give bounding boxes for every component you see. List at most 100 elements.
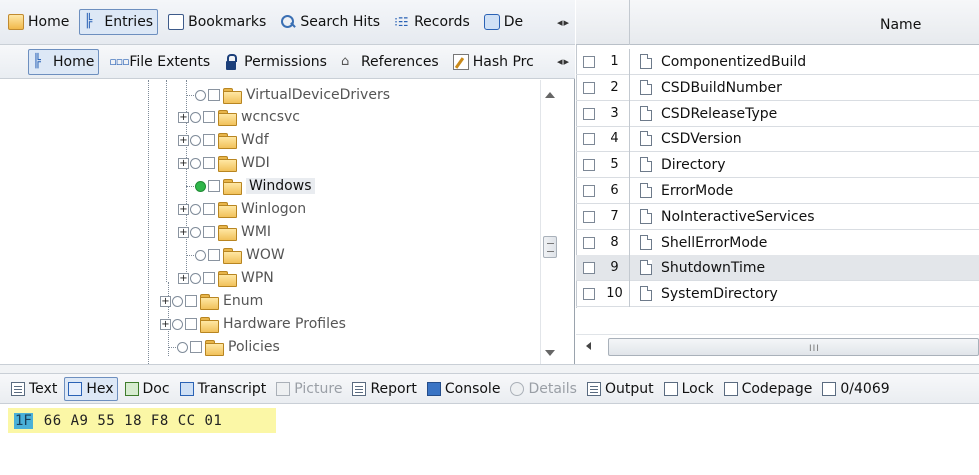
tab-text[interactable]: Text bbox=[8, 377, 60, 401]
tab-doc[interactable]: Doc bbox=[122, 377, 173, 401]
table-row[interactable]: 1 ComponentizedBuild bbox=[576, 49, 979, 75]
node-dot-icon[interactable] bbox=[190, 203, 201, 215]
codepage-checkbox[interactable] bbox=[723, 381, 738, 396]
subtab-scroll-arrows[interactable]: ◂ ▸ bbox=[557, 55, 569, 68]
node-dot-icon[interactable] bbox=[177, 341, 188, 353]
node-checkbox[interactable] bbox=[203, 157, 215, 169]
node-checkbox[interactable] bbox=[203, 134, 215, 146]
tree-node[interactable]: + WDI bbox=[178, 152, 270, 174]
row-checkbox[interactable] bbox=[583, 262, 595, 275]
tree-node[interactable]: + wcncsvc bbox=[178, 106, 300, 128]
node-checkbox[interactable] bbox=[203, 226, 215, 238]
grid-corner[interactable] bbox=[576, 0, 630, 45]
row-checkbox[interactable] bbox=[583, 81, 595, 94]
table-row[interactable]: 5 Directory bbox=[576, 152, 979, 179]
subtab-home[interactable]: ╠ Home bbox=[28, 48, 100, 75]
table-row[interactable]: 6 ErrorMode bbox=[576, 178, 979, 204]
tab-scroll-left-icon[interactable]: ◂ bbox=[557, 16, 563, 29]
offset-indicator[interactable]: 0/4069 bbox=[819, 377, 892, 401]
node-dot-icon[interactable] bbox=[190, 157, 201, 169]
row-checkbox[interactable] bbox=[583, 288, 595, 301]
tab-home[interactable]: Home bbox=[4, 9, 73, 35]
row-checkbox[interactable] bbox=[583, 107, 595, 120]
row-checkbox[interactable] bbox=[583, 185, 595, 197]
subtab-permissions[interactable]: Permissions bbox=[220, 49, 331, 75]
subtab-file-extents[interactable]: ▫▫▫ File Extents bbox=[105, 49, 214, 75]
tab-search-hits[interactable]: Search Hits bbox=[276, 9, 384, 35]
tree-node[interactable]: Windows bbox=[186, 175, 315, 197]
node-checkbox[interactable] bbox=[203, 203, 215, 215]
node-checkbox[interactable] bbox=[185, 295, 197, 307]
grid-scroll-thumb[interactable]: III bbox=[608, 338, 979, 356]
subtab-references[interactable]: ⌂ References bbox=[337, 49, 443, 75]
expand-icon[interactable]: + bbox=[178, 111, 189, 123]
tree-node[interactable]: WOW bbox=[186, 244, 285, 266]
tab-device[interactable]: De bbox=[480, 9, 527, 35]
hex-cursor-byte[interactable]: 1F bbox=[14, 412, 33, 429]
tab-details[interactable]: Details bbox=[507, 377, 580, 401]
table-row[interactable]: 4 CSDVersion bbox=[576, 126, 979, 153]
node-dot-icon[interactable] bbox=[190, 111, 201, 123]
tab-bookmarks[interactable]: Bookmarks bbox=[164, 9, 270, 35]
scroll-up-icon[interactable] bbox=[545, 92, 555, 98]
table-row[interactable]: 3 CSDReleaseType bbox=[576, 100, 979, 127]
row-checkbox[interactable] bbox=[583, 210, 595, 223]
lock-checkbox[interactable] bbox=[663, 381, 678, 396]
expand-icon[interactable]: + bbox=[160, 318, 171, 330]
tab-output[interactable]: Output bbox=[584, 377, 657, 401]
tree-vertical-scrollbar[interactable] bbox=[540, 80, 558, 364]
tab-scroll-right-icon[interactable]: ▸ bbox=[563, 16, 569, 29]
expand-icon[interactable]: + bbox=[178, 157, 189, 169]
node-dot-icon[interactable] bbox=[190, 272, 201, 284]
tree-node[interactable]: + Hardware Profiles bbox=[160, 313, 346, 335]
tab-records[interactable]: ⁝☷ Records bbox=[390, 9, 474, 35]
node-checkbox[interactable] bbox=[203, 272, 215, 284]
offset-checkbox[interactable] bbox=[822, 381, 837, 396]
scroll-left-icon[interactable] bbox=[586, 342, 591, 350]
row-checkbox[interactable] bbox=[583, 133, 595, 146]
node-checkbox[interactable] bbox=[190, 341, 202, 353]
node-dot-icon[interactable] bbox=[195, 89, 206, 101]
subtab-scroll-left-icon[interactable]: ◂ bbox=[557, 55, 563, 68]
tab-entries[interactable]: ╠ Entries bbox=[79, 9, 159, 35]
hex-bytes-line[interactable]: 1F 66 A9 55 18 F8 CC 01 bbox=[8, 408, 276, 433]
selected-node-icon[interactable] bbox=[195, 180, 206, 192]
tree-node[interactable]: + Enum bbox=[160, 290, 263, 312]
tab-scroll-arrows[interactable]: ◂ ▸ bbox=[557, 16, 569, 29]
table-row[interactable]: 2 CSDBuildNumber bbox=[576, 74, 979, 101]
table-row[interactable]: 8 ShellErrorMode bbox=[576, 229, 979, 256]
grid-horizontal-scrollbar[interactable]: III bbox=[576, 334, 979, 358]
tab-transcript[interactable]: Transcript bbox=[177, 377, 270, 401]
node-dot-icon[interactable] bbox=[172, 295, 183, 307]
expand-icon[interactable]: + bbox=[178, 226, 189, 238]
tree-node[interactable]: VirtualDeviceDrivers bbox=[186, 84, 390, 106]
node-checkbox[interactable] bbox=[208, 89, 220, 101]
node-dot-icon[interactable] bbox=[190, 226, 201, 238]
tree-node[interactable]: + WPN bbox=[178, 267, 274, 289]
tree-node[interactable]: + Wdf bbox=[178, 129, 269, 151]
tab-report[interactable]: Report bbox=[349, 377, 419, 401]
tree-node[interactable]: + WMI bbox=[178, 221, 271, 243]
tree-node[interactable]: Policies bbox=[168, 336, 280, 358]
node-checkbox[interactable] bbox=[185, 318, 197, 330]
expand-icon[interactable]: + bbox=[178, 203, 189, 215]
scroll-thumb[interactable] bbox=[543, 236, 557, 258]
expand-icon[interactable]: + bbox=[178, 134, 189, 146]
expand-icon[interactable]: + bbox=[160, 295, 171, 307]
node-dot-icon[interactable] bbox=[195, 249, 206, 261]
hex-bytes[interactable]: 66 A9 55 18 F8 CC 01 bbox=[35, 413, 223, 429]
tab-picture[interactable]: Picture bbox=[273, 377, 345, 401]
codepage-toggle[interactable]: Codepage bbox=[721, 377, 816, 401]
tree-node[interactable]: + Winlogon bbox=[178, 198, 306, 220]
pane-splitter[interactable] bbox=[0, 364, 979, 374]
expand-icon[interactable]: + bbox=[178, 272, 189, 284]
row-checkbox[interactable] bbox=[583, 159, 595, 172]
row-checkbox[interactable] bbox=[583, 56, 595, 68]
lock-toggle[interactable]: Lock bbox=[661, 377, 717, 401]
node-checkbox[interactable] bbox=[208, 180, 220, 192]
row-checkbox[interactable] bbox=[583, 236, 595, 249]
node-checkbox[interactable] bbox=[208, 249, 220, 261]
hex-view[interactable]: 1F 66 A9 55 18 F8 CC 01 bbox=[0, 405, 979, 475]
tab-console[interactable]: Console bbox=[424, 377, 504, 401]
subtab-scroll-right-icon[interactable]: ▸ bbox=[563, 55, 569, 68]
